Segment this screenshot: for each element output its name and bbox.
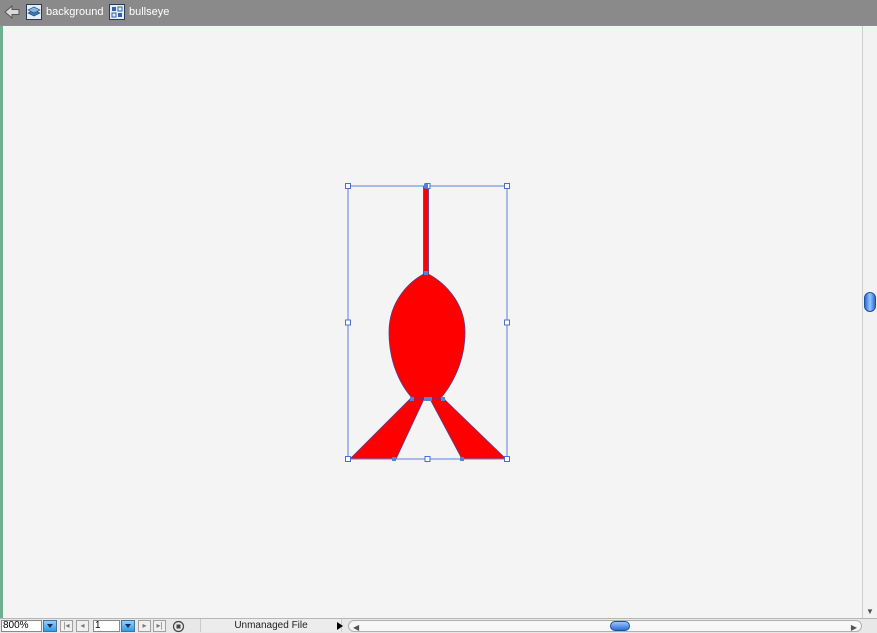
resize-handle bbox=[345, 456, 351, 462]
file-status-label: Unmanaged File bbox=[200, 619, 342, 632]
bullseye-symbol-shape[interactable] bbox=[349, 185, 507, 460]
vertical-scrollbar[interactable]: ▼ bbox=[862, 26, 877, 618]
horizontal-scroll-thumb[interactable] bbox=[610, 621, 630, 631]
breadcrumb-item-bullseye[interactable]: bullseye bbox=[109, 2, 169, 22]
back-arrow-icon[interactable] bbox=[4, 5, 20, 19]
zoom-field[interactable]: 800% bbox=[1, 620, 42, 632]
vertical-scroll-thumb[interactable] bbox=[864, 292, 876, 312]
breadcrumb: background bullseye bbox=[0, 0, 877, 26]
resize-handle bbox=[424, 456, 431, 462]
layer-stack-icon bbox=[26, 4, 42, 20]
symbol-icon bbox=[109, 4, 125, 20]
breadcrumb-item-background[interactable]: background bbox=[26, 2, 104, 22]
scroll-right-arrow-icon[interactable]: ▶ bbox=[851, 623, 857, 632]
page-dropdown-button[interactable] bbox=[121, 620, 135, 632]
resize-handle bbox=[504, 456, 510, 462]
first-page-icon[interactable]: |◂ bbox=[60, 620, 73, 632]
breadcrumb-label-background: background bbox=[46, 6, 104, 18]
horizontal-scrollbar[interactable]: ◀ ▶ bbox=[348, 620, 862, 632]
scroll-down-arrow-icon[interactable]: ▼ bbox=[866, 607, 874, 616]
resize-handle bbox=[504, 319, 510, 326]
previous-page-icon[interactable]: ◂ bbox=[76, 620, 89, 632]
status-bar: 800% |◂ ◂ 1 ▸ ▸| Unmanaged File ◀ ▶ bbox=[0, 618, 877, 633]
artwork bbox=[345, 183, 510, 462]
resize-handle bbox=[504, 183, 510, 189]
breadcrumb-label-bullseye: bullseye bbox=[129, 6, 170, 18]
stage-canvas[interactable] bbox=[0, 26, 862, 618]
resize-handle bbox=[345, 319, 351, 326]
scroll-left-arrow-icon[interactable]: ◀ bbox=[353, 623, 359, 632]
page-field[interactable]: 1 bbox=[93, 620, 120, 632]
zoom-dropdown-button[interactable] bbox=[43, 620, 57, 632]
refresh-icon[interactable] bbox=[172, 620, 185, 633]
next-page-icon[interactable]: ▸ bbox=[138, 620, 151, 632]
last-page-icon[interactable]: ▸| bbox=[153, 620, 166, 632]
resize-handle bbox=[345, 183, 351, 189]
status-menu-arrow-icon[interactable] bbox=[337, 622, 343, 630]
